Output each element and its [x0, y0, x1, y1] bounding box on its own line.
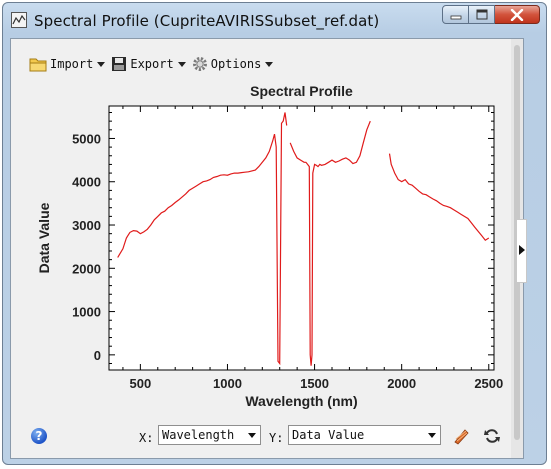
folder-icon	[29, 58, 47, 72]
plot-area	[108, 105, 495, 371]
axis-selector-bar: ? X: Wavelength Y: Data Value	[11, 424, 511, 454]
close-icon	[510, 8, 524, 21]
y-tick-label: 0	[94, 348, 101, 363]
y-axis-select[interactable]: Data Value	[288, 425, 441, 445]
x-axis-select-value: Wavelength	[162, 428, 235, 442]
x-tick-label: 500	[130, 376, 152, 391]
minimize-button[interactable]	[442, 5, 469, 24]
spectral-profile-chart[interactable]: Spectral Profile 500 1000 1500 2000 2500 0 1000…	[11, 79, 509, 419]
y-tick-label: 3000	[72, 218, 101, 233]
client-area: Import Export Options Spectral Profile 5…	[10, 38, 524, 459]
x-tick-label: 2500	[474, 376, 503, 391]
y-tick-label: 5000	[72, 131, 101, 146]
chart-title: Spectral Profile	[250, 83, 353, 99]
export-dropdown-caret-icon	[177, 61, 186, 67]
export-label: Export	[130, 57, 174, 71]
x-axis-title: Wavelength (nm)	[245, 393, 357, 409]
x-tick-label: 1500	[300, 376, 329, 391]
y-tick-label: 1000	[72, 305, 101, 320]
import-dropdown-caret-icon	[97, 61, 106, 67]
side-panel-toggle[interactable]	[517, 219, 527, 283]
window-title: Spectral Profile (CupriteAVIRISSubset_re…	[34, 12, 380, 30]
maximize-icon	[476, 9, 487, 20]
spectral-profile-icon	[11, 12, 27, 28]
import-menu[interactable]: Import	[29, 54, 106, 74]
options-label: Options	[210, 57, 262, 71]
x-axis-label: X:	[139, 431, 154, 445]
pencil-icon[interactable]	[452, 427, 470, 445]
y-tick-label: 4000	[72, 175, 101, 190]
import-label: Import	[50, 57, 94, 71]
refresh-icon[interactable]	[483, 427, 501, 445]
minimize-icon	[450, 15, 461, 19]
x-axis-select[interactable]: Wavelength	[158, 425, 261, 445]
window-frame: Spectral Profile (CupriteAVIRISSubset_re…	[2, 2, 547, 465]
y-axis-title: Data Value	[36, 202, 52, 273]
gear-icon	[192, 57, 207, 71]
chevron-right-icon	[519, 245, 525, 255]
export-menu[interactable]: Export	[111, 54, 186, 74]
floppy-disk-icon	[112, 57, 127, 71]
x-tick-label: 2000	[387, 376, 416, 391]
y-axis-label: Y:	[269, 431, 284, 445]
close-button[interactable]	[495, 5, 540, 24]
y-tick-label: 2000	[72, 261, 101, 276]
chevron-down-icon	[428, 433, 436, 438]
maximize-button[interactable]	[469, 5, 495, 24]
toolbar: Import Export Options	[29, 54, 279, 74]
help-icon[interactable]: ?	[31, 428, 47, 444]
options-menu[interactable]: Options	[192, 54, 274, 74]
x-tick-label: 1000	[213, 376, 242, 391]
y-axis-select-value: Data Value	[292, 428, 365, 442]
chevron-down-icon	[248, 433, 256, 438]
title-bar[interactable]: Spectral Profile (CupriteAVIRISSubset_re…	[3, 3, 546, 37]
options-dropdown-caret-icon	[265, 61, 274, 67]
